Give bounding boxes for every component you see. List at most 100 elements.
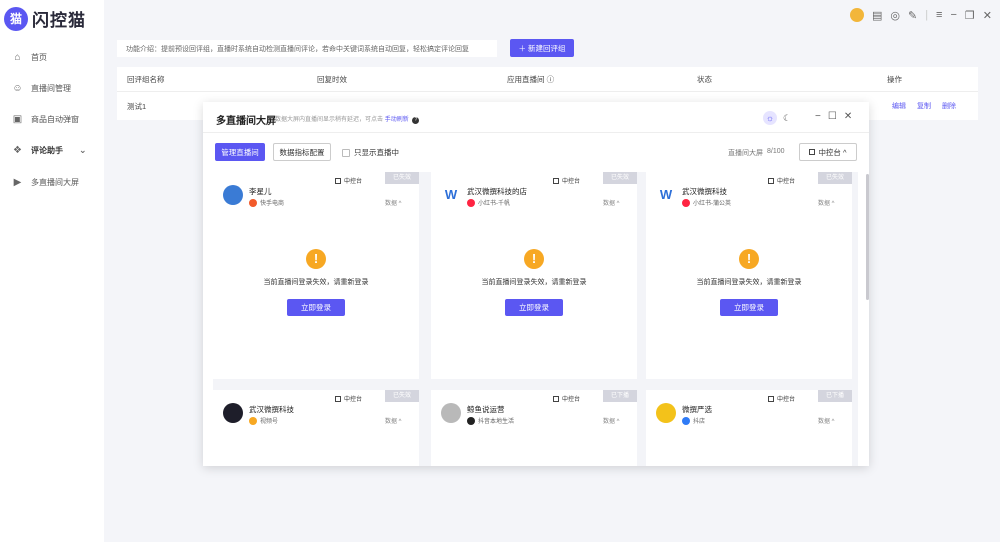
app-logo[interactable]: 猫 闪控猫 [4, 6, 86, 31]
xiaohongshu-icon [682, 198, 690, 207]
column-header: 应用直播间 ⓘ [507, 75, 555, 84]
room-card: 鲸鱼说运营 抖音本地生活 中控台 已下播 数据 ^ [431, 390, 637, 466]
column-header: 操作 [887, 75, 902, 84]
table-cell-name: 测试1 [127, 102, 147, 111]
sidebar-item-label: 首页 [31, 52, 47, 62]
control-panel-icon [809, 149, 816, 155]
room-platform: 快手电商 [249, 198, 284, 207]
copy-link[interactable]: 复制 [917, 101, 931, 111]
room-platform: 抖音本地生活 [467, 416, 514, 425]
column-header: 回评组名称 [127, 75, 165, 84]
sun-icon[interactable]: ☼ [763, 111, 777, 125]
room-platform: 抖店 [682, 416, 705, 425]
edit-link[interactable]: 编辑 [892, 101, 906, 111]
clipboard-icon[interactable]: ▤ [872, 9, 882, 22]
room-name: 武汉微撰科技的店 [467, 187, 527, 196]
headset-icon[interactable]: ◎ [890, 9, 900, 22]
manage-rooms-button[interactable]: 管理直播间 [215, 143, 265, 161]
room-name: 鲸鱼说运营 [467, 405, 505, 414]
data-toggle[interactable]: 数据 ^ [385, 198, 401, 207]
warning-icon: ! [306, 249, 326, 269]
sidebar-item-multi-screen[interactable]: ▶ 多直播间大屏 [0, 171, 104, 193]
only-live-toggle[interactable]: 只显示直播中 [342, 147, 399, 158]
delete-link[interactable]: 删除 [942, 101, 956, 111]
new-reply-group-button[interactable]: ＋ 新建回评组 [510, 39, 574, 57]
control-label: 中控台 [562, 179, 581, 185]
control-panel-link[interactable]: 中控台 [335, 176, 362, 185]
room-count: 直播间大屏 8/100 [728, 148, 785, 158]
login-button[interactable]: 立即登录 [720, 299, 778, 316]
control-icon [553, 177, 559, 184]
only-live-label: 只显示直播中 [354, 148, 399, 157]
data-toggle[interactable]: 数据 ^ [818, 198, 834, 207]
dialog-window-controls: − ☐ ✕ [815, 111, 852, 122]
login-button[interactable]: 立即登录 [505, 299, 563, 316]
sidebar-item-home[interactable]: ⌂ 首页 [0, 46, 104, 68]
column-header: 回复时效 [317, 75, 347, 84]
status-badge: 已失效 [385, 172, 419, 184]
control-panel-link[interactable]: 中控台 [335, 394, 362, 403]
user-avatar[interactable] [849, 8, 864, 22]
platform-label: 快手电商 [260, 201, 285, 207]
data-toggle[interactable]: 数据 ^ [385, 416, 401, 425]
room-platform: 小红书-千帆 [467, 198, 510, 207]
live-room-icon: ☺ [12, 82, 23, 94]
theme-switch: ☼ ☾ [763, 110, 803, 126]
room-name: 微撰严选 [682, 405, 712, 414]
control-panel-label: 中控台 ^ [818, 147, 847, 157]
metrics-config-button[interactable]: 数据指标配置 [273, 143, 331, 161]
room-name: 李星儿 [249, 187, 272, 196]
sidebar-item-label: 直播间管理 [31, 83, 71, 93]
room-card: W 武汉微撰科技的店 小红书-千帆 中控台 已失效 数据 ^ ! 当前直播间登录… [431, 172, 637, 379]
refresh-link[interactable]: 手动刷新 [385, 117, 409, 123]
dialog-header: 多直播间大屏 数据大屏内直播间显示稍有延迟，可点击 手动刷新 ? ☼ ☾ − ☐… [203, 102, 869, 133]
close-icon[interactable]: ✕ [983, 9, 992, 22]
warning-icon: ! [524, 249, 544, 269]
login-button[interactable]: 立即登录 [287, 299, 345, 316]
control-panel-link[interactable]: 中控台 [553, 394, 580, 403]
data-toggle[interactable]: 数据 ^ [603, 416, 619, 425]
only-live-checkbox[interactable] [342, 148, 350, 157]
control-label: 中控台 [344, 397, 363, 403]
room-card: W 武汉微撰科技 小红书-蒲公英 中控台 已失效 数据 ^ ! 当前直播间登录失… [646, 172, 852, 379]
platform-label: 抖店 [693, 419, 706, 425]
restore-icon[interactable]: ❐ [965, 9, 975, 22]
sidebar-item-live-rooms[interactable]: ☺ 直播间管理 [0, 77, 104, 99]
edit-icon[interactable]: ✎ [908, 9, 917, 22]
room-avatar: W [441, 185, 461, 205]
minimize-icon[interactable]: − [950, 9, 956, 21]
login-expired-message: 当前直播间登录失效，请重新登录 [263, 279, 369, 286]
status-badge: 已失效 [385, 390, 419, 402]
close-icon[interactable]: ✕ [844, 111, 852, 122]
control-panel-dropdown[interactable]: 中控台 ^ [799, 143, 857, 161]
multi-screen-dialog: 多直播间大屏 数据大屏内直播间显示稍有延迟，可点击 手动刷新 ? ☼ ☾ − ☐… [203, 102, 869, 466]
data-toggle[interactable]: 数据 ^ [603, 198, 619, 207]
control-panel-link[interactable]: 中控台 [768, 176, 795, 185]
platform-label: 抖音本地生活 [478, 419, 515, 425]
control-panel-link[interactable]: 中控台 [553, 176, 580, 185]
room-name: 武汉微撰科技 [249, 405, 294, 414]
room-avatar: W [656, 185, 676, 205]
sidebar-item-label: 评论助手 [31, 145, 63, 155]
control-icon [335, 177, 341, 184]
menu-icon[interactable]: ≡ [936, 9, 942, 21]
dialog-subtitle: 数据大屏内直播间显示稍有延迟，可点击 手动刷新 ? [275, 114, 420, 124]
data-toggle[interactable]: 数据 ^ [818, 416, 834, 425]
maximize-icon[interactable]: ☐ [828, 111, 837, 122]
moon-icon[interactable]: ☾ [783, 113, 791, 124]
xiaohongshu-icon [467, 198, 475, 207]
status-badge: 已失效 [603, 172, 637, 184]
douyin-icon [467, 416, 475, 425]
control-icon [768, 177, 774, 184]
channels-icon [249, 416, 257, 425]
status-badge: 已下播 [603, 390, 637, 402]
sidebar-item-comment-assistant[interactable]: ❖ 评论助手 ⌄ [0, 139, 104, 161]
minimize-icon[interactable]: − [815, 111, 821, 122]
sidebar-item-product-popup[interactable]: ▣ 商品自动弹窗 [0, 108, 104, 130]
scrollbar[interactable] [866, 174, 869, 300]
logo-cat-icon: 猫 [4, 6, 28, 31]
control-panel-link[interactable]: 中控台 [768, 394, 795, 403]
status-badge: 已失效 [818, 172, 852, 184]
divider: | [925, 9, 929, 21]
help-icon[interactable]: ? [412, 117, 420, 124]
